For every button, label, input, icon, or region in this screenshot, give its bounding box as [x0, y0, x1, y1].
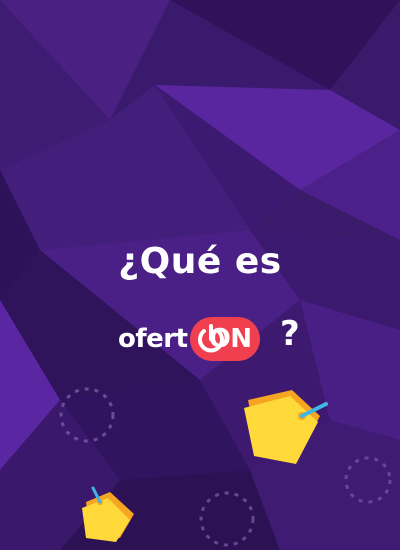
power-icon [197, 324, 224, 353]
brand-prefix: ofert [118, 324, 188, 354]
price-tag-icon [244, 390, 328, 464]
price-tag-icon [82, 486, 134, 542]
dashed-circle-icon [199, 491, 255, 547]
headline: ¿Qué es [118, 241, 282, 282]
brand-badge: ON [189, 317, 260, 361]
brand-logo: ofert ON [118, 314, 260, 364]
question-mark: ? [280, 314, 300, 354]
dashed-circle-icon [344, 456, 392, 504]
dashed-circle-icon [59, 387, 115, 443]
promo-card: ¿Qué es ofert ON ? [0, 0, 400, 550]
